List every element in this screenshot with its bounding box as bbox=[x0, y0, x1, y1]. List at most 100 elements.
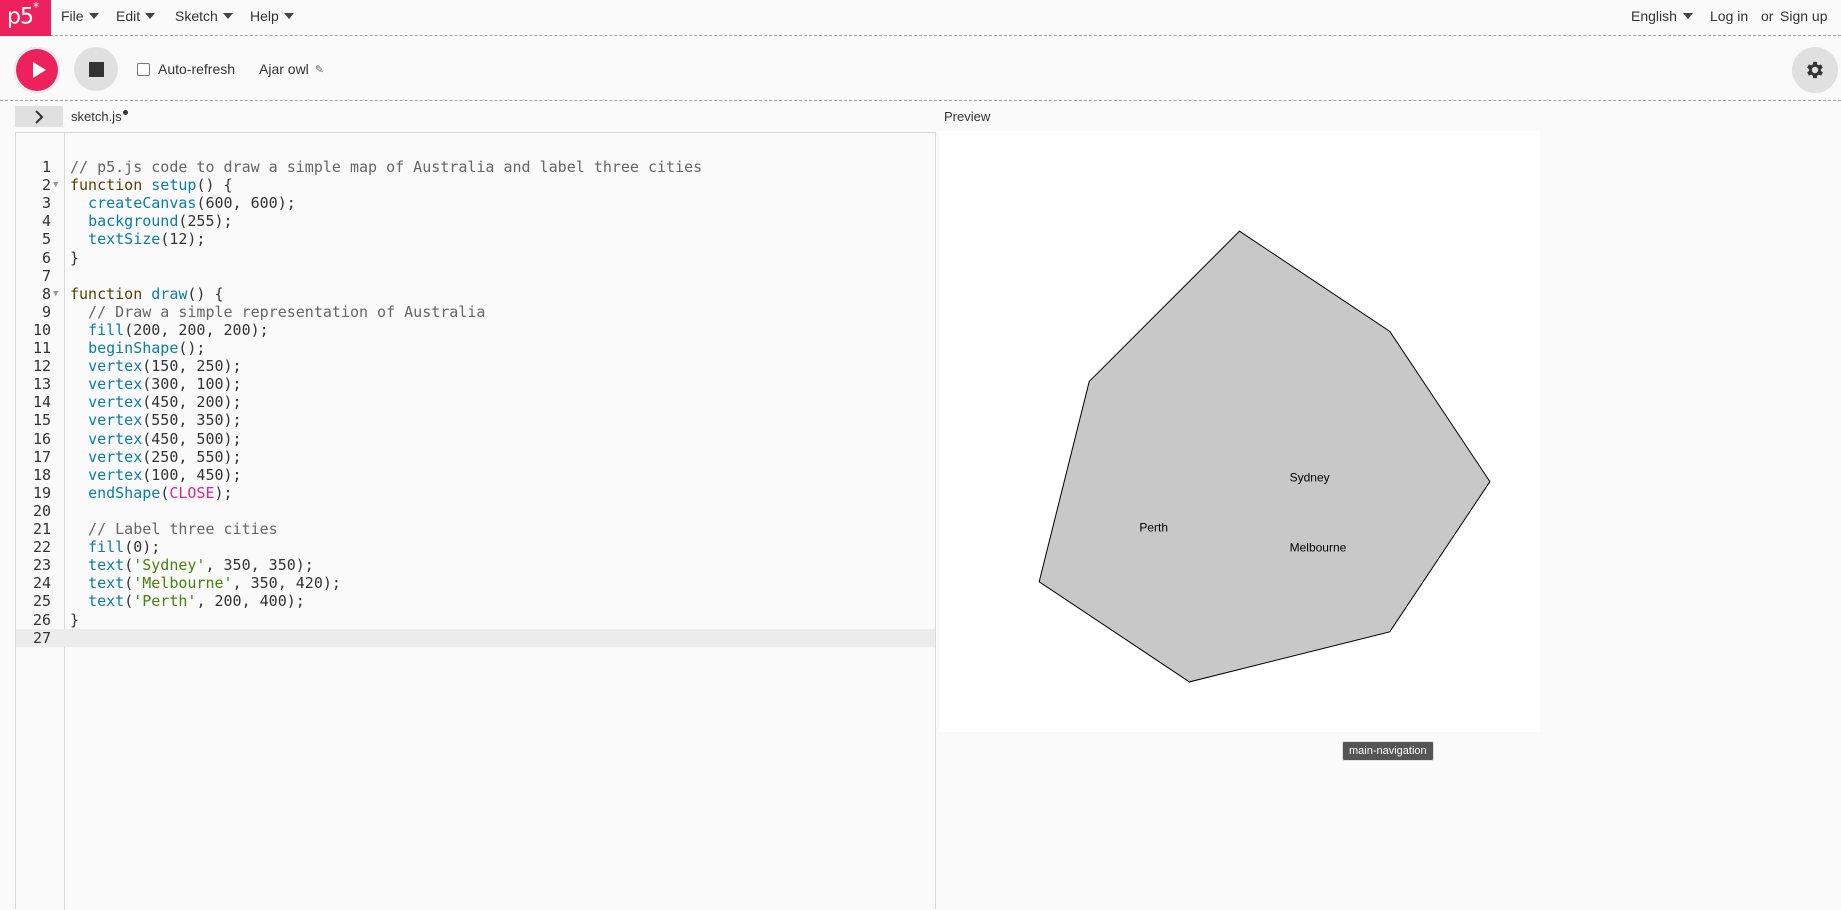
code-text: vertex(100, 450); bbox=[88, 465, 242, 484]
code-line[interactable]: 11 beginShape(); bbox=[16, 339, 935, 357]
menu-sketch[interactable]: Sketch bbox=[175, 0, 233, 32]
pencil-icon[interactable]: ✎ bbox=[315, 63, 324, 76]
line-number: 17 bbox=[32, 447, 51, 466]
code-text: vertex(450, 500); bbox=[88, 429, 242, 448]
file-tab[interactable]: sketch.js bbox=[71, 109, 128, 124]
code-line[interactable]: 19 endShape(CLOSE); bbox=[16, 484, 935, 502]
code-line[interactable]: 22 fill(0); bbox=[16, 538, 935, 556]
code-line[interactable]: 1 // p5.js code to draw a simple map of A… bbox=[16, 158, 935, 176]
preview-label: Preview bbox=[944, 109, 991, 124]
code-line[interactable]: 9 // Draw a simple representation of Aus… bbox=[16, 303, 935, 321]
play-icon bbox=[32, 62, 46, 78]
line-number: 22 bbox=[32, 538, 51, 557]
logo-text: p5 bbox=[7, 4, 34, 30]
code-line[interactable]: 18 vertex(100, 450); bbox=[16, 466, 935, 484]
code-line[interactable]: 13 vertex(300, 100); bbox=[16, 375, 935, 393]
menu-edit[interactable]: Edit bbox=[116, 0, 156, 32]
line-number: 8 bbox=[41, 284, 51, 303]
code-line[interactable]: 15 vertex(550, 350); bbox=[16, 411, 935, 429]
code-text: text('Sydney', 350, 350); bbox=[88, 556, 314, 575]
language-label: English bbox=[1631, 8, 1677, 24]
sidebar-toggle-button[interactable] bbox=[15, 106, 63, 127]
settings-button[interactable] bbox=[1792, 47, 1838, 93]
play-button[interactable] bbox=[14, 47, 60, 93]
code-line[interactable]: 5 textSize(12); bbox=[16, 230, 935, 248]
code-text: vertex(250, 550); bbox=[88, 447, 242, 466]
gear-icon bbox=[1807, 61, 1823, 79]
australia-shape bbox=[1038, 230, 1491, 683]
code-line[interactable]: 27 bbox=[16, 628, 935, 647]
line-number: 5 bbox=[41, 230, 51, 249]
code-text: // Label three cities bbox=[70, 520, 278, 538]
line-number: 26 bbox=[32, 610, 51, 629]
line-number: 11 bbox=[32, 339, 51, 357]
signup-link[interactable]: Sign up bbox=[1780, 0, 1827, 32]
chevron-right-icon bbox=[35, 109, 44, 124]
line-number: 19 bbox=[32, 483, 51, 502]
code-line[interactable]: 10 fill(200, 200, 200); bbox=[16, 321, 935, 339]
line-number: 7 bbox=[41, 266, 51, 285]
line-number: 13 bbox=[32, 375, 51, 394]
or-text: or bbox=[1761, 8, 1774, 24]
file-tab-label: sketch.js bbox=[71, 109, 122, 124]
language-selector[interactable]: English bbox=[1631, 0, 1693, 32]
code-line[interactable]: 6} bbox=[16, 249, 935, 267]
code-line[interactable]: 17 vertex(250, 550); bbox=[16, 448, 935, 466]
code-line[interactable]: 23 text('Sydney', 350, 350); bbox=[16, 556, 935, 574]
tooltip: main-navigation bbox=[1342, 741, 1434, 761]
code-text: vertex(300, 100); bbox=[88, 375, 242, 394]
city-label-sydney: Sydney bbox=[1290, 471, 1330, 485]
login-link[interactable]: Log in bbox=[1710, 0, 1748, 32]
line-number: 4 bbox=[41, 212, 51, 231]
toolbar: Auto-refresh Ajar owl ✎ bbox=[0, 37, 1841, 101]
code-line[interactable]: 8 ▼ function draw() { bbox=[16, 285, 935, 303]
code-line[interactable]: 16 vertex(450, 500); bbox=[16, 430, 935, 448]
caret-down-icon bbox=[1682, 13, 1693, 19]
code-line[interactable]: 21 // Label three cities bbox=[16, 520, 935, 538]
line-number: 3 bbox=[41, 194, 51, 213]
caret-down-icon bbox=[283, 13, 294, 19]
sketch-output: Sydney Melbourne Perth bbox=[1038, 230, 1491, 683]
code-text: textSize(12); bbox=[88, 230, 206, 249]
code-line[interactable]: 25 text('Perth', 200, 400); bbox=[16, 592, 935, 610]
line-number: 10 bbox=[32, 320, 51, 339]
fold-arrow-icon[interactable]: ▼ bbox=[53, 176, 58, 194]
sketch-name-label: Ajar owl bbox=[259, 61, 309, 77]
code-line[interactable]: 14 vertex(450, 200); bbox=[16, 393, 935, 411]
line-number: 12 bbox=[32, 357, 51, 376]
code-line[interactable]: 2 ▼ function setup() { bbox=[16, 176, 935, 194]
caret-down-icon bbox=[222, 13, 233, 19]
preview-canvas[interactable]: Sydney Melbourne Perth bbox=[939, 131, 1540, 732]
auto-refresh-checkbox[interactable] bbox=[137, 62, 150, 76]
auto-refresh-toggle[interactable]: Auto-refresh bbox=[137, 61, 235, 77]
caret-down-icon bbox=[145, 13, 156, 19]
logo-mark: * bbox=[32, 0, 39, 14]
stop-button[interactable] bbox=[74, 47, 118, 91]
sketch-name[interactable]: Ajar owl ✎ bbox=[259, 61, 324, 77]
unsaved-dot-icon bbox=[122, 110, 128, 115]
menu-file[interactable]: File bbox=[61, 0, 99, 32]
menu-sketch-label: Sketch bbox=[175, 8, 218, 24]
code-line[interactable]: 26} bbox=[16, 611, 935, 629]
code-text: function draw() { bbox=[70, 284, 224, 303]
code-editor[interactable]: 1 // p5.js code to draw a simple map of A… bbox=[15, 132, 936, 910]
code-line[interactable]: 4 background(255); bbox=[16, 212, 935, 230]
code-line[interactable]: 20 bbox=[16, 502, 935, 520]
code-line[interactable]: 24 text('Melbourne', 350, 420); bbox=[16, 574, 935, 592]
code-line[interactable]: 7 bbox=[16, 267, 935, 285]
code-text: beginShape(); bbox=[88, 339, 206, 357]
fold-arrow-icon[interactable]: ▼ bbox=[53, 285, 58, 303]
code-text: createCanvas(600, 600); bbox=[88, 194, 296, 213]
code-line[interactable]: 3 createCanvas(600, 600); bbox=[16, 194, 935, 212]
code-text: function setup() { bbox=[70, 176, 233, 195]
code-text: text('Melbourne', 350, 420); bbox=[88, 574, 341, 593]
code-line[interactable]: 12 vertex(150, 250); bbox=[16, 357, 935, 375]
menu-help[interactable]: Help bbox=[250, 0, 294, 32]
menu-file-label: File bbox=[61, 8, 84, 24]
code-text: vertex(150, 250); bbox=[88, 357, 242, 376]
code-text: text('Perth', 200, 400); bbox=[88, 592, 305, 611]
line-number: 1 bbox=[41, 158, 51, 176]
code-text: fill(200, 200, 200); bbox=[88, 320, 269, 339]
line-number: 23 bbox=[32, 556, 51, 575]
p5-logo[interactable]: p5* bbox=[0, 0, 51, 36]
